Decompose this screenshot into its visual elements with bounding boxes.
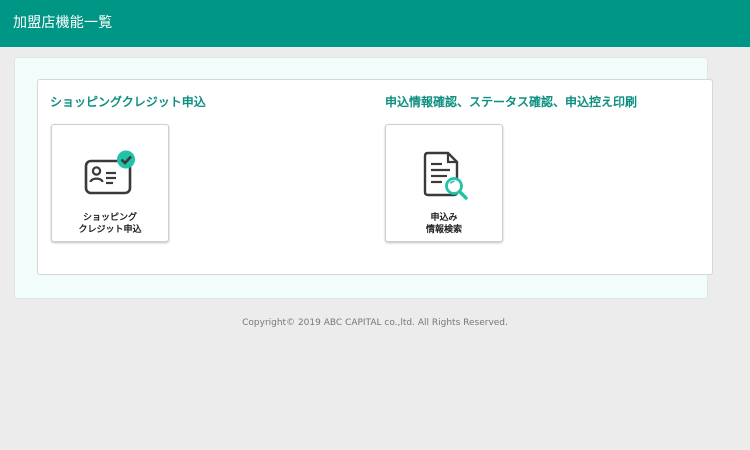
function-list-card: ショッピングクレジット申込 ショッピング クレジット申込 申込情報確認、ステータ… (37, 79, 713, 275)
section-title-application-info: 申込情報確認、ステータス確認、申込控え印刷 (385, 95, 638, 109)
application-info-search-button[interactable]: 申込み 情報検索 (385, 124, 503, 242)
tile-label: ショッピング クレジット申込 (78, 213, 142, 235)
copyright-footer: Copyright© 2019 ABC CAPITAL co.,ltd. All… (242, 318, 508, 328)
page-title: 加盟店機能一覧 (13, 15, 113, 31)
app-header: 加盟店機能一覧 (0, 0, 750, 47)
shopping-credit-application-button[interactable]: ショッピング クレジット申込 (51, 124, 169, 242)
document-search-icon (386, 149, 502, 205)
id-card-check-icon (52, 149, 168, 205)
section-title-shopping-credit: ショッピングクレジット申込 (50, 95, 206, 109)
content-panel: ショッピングクレジット申込 ショッピング クレジット申込 申込情報確認、ステータ… (14, 57, 713, 299)
tile-label: 申込み 情報検索 (425, 213, 462, 235)
